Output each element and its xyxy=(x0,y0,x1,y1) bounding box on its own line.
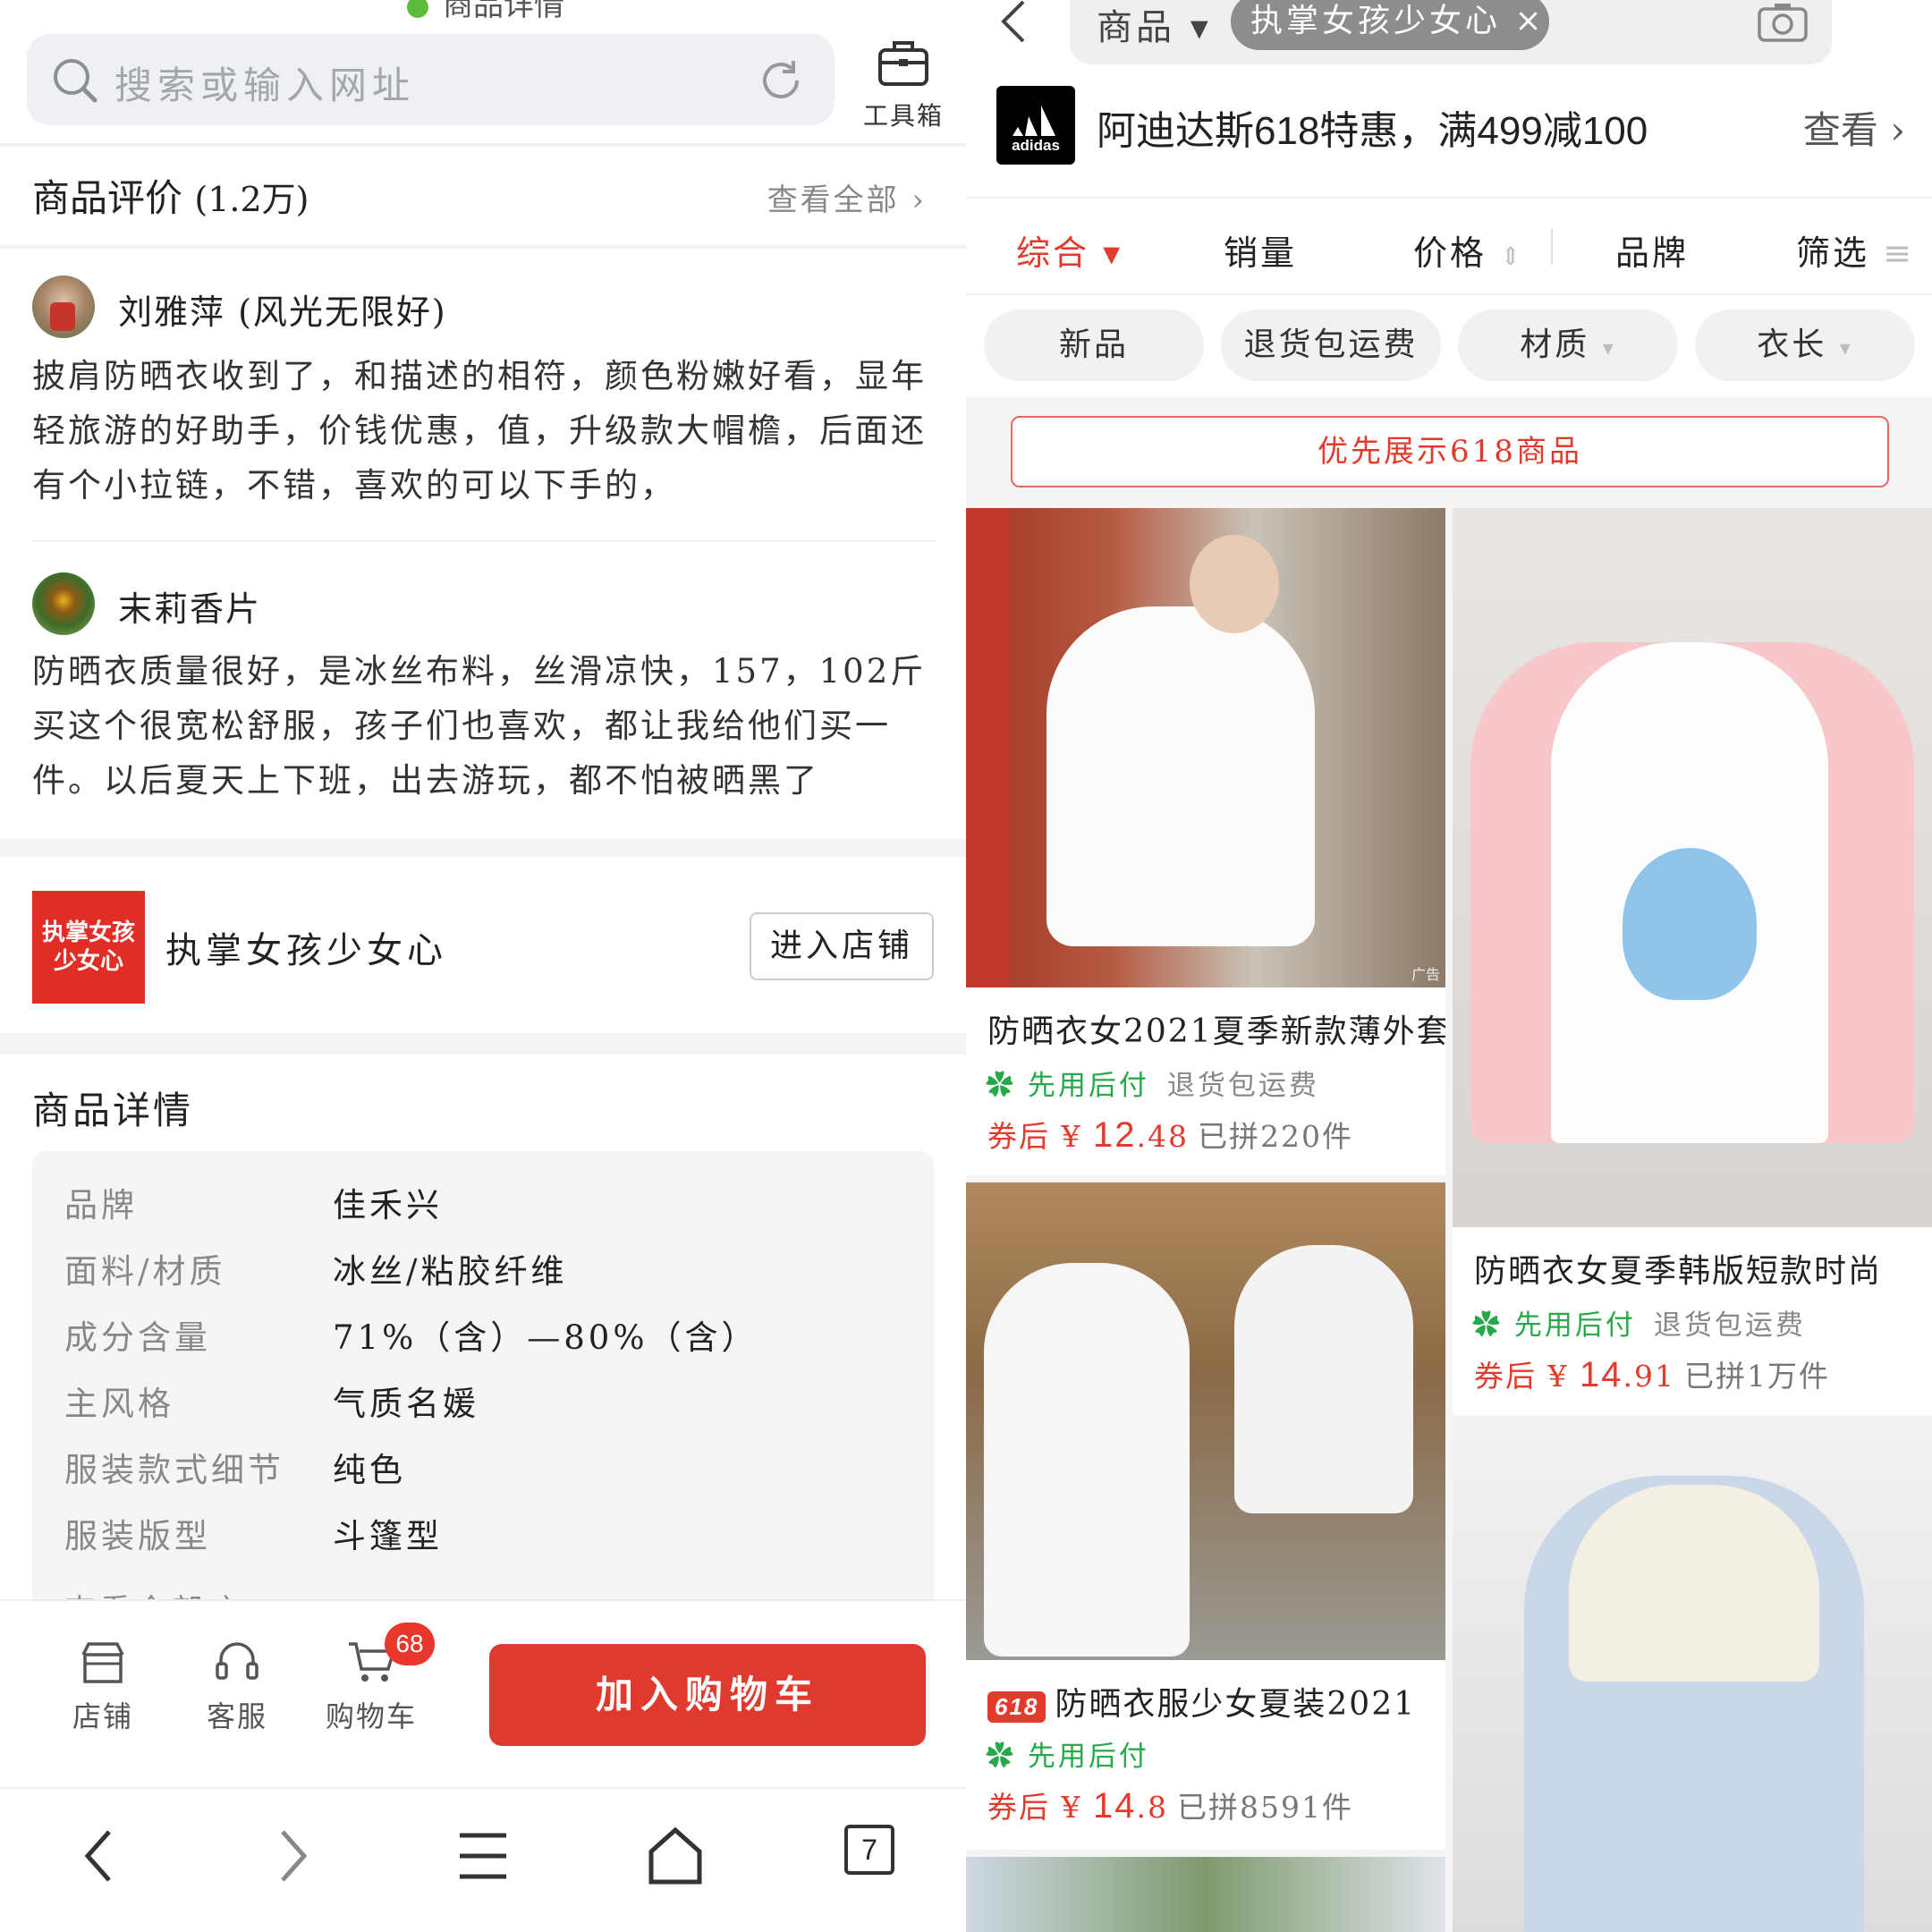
ad-view-link[interactable]: 查看 › xyxy=(1803,100,1905,155)
product-image: 广告 xyxy=(966,508,1445,987)
filter-chip-new[interactable]: 新品 xyxy=(984,309,1204,381)
reviews-see-all-link[interactable]: 查看全部 › xyxy=(767,175,927,219)
product-features: ✿ 先用后付 退货包运费 xyxy=(1472,1309,1806,1342)
customer-service-tab[interactable]: 客服 xyxy=(188,1637,286,1735)
filter-chip-length[interactable]: 衣长 ▾ xyxy=(1695,309,1915,381)
reviewer-name: 刘雅萍 (风光无限好) xyxy=(118,292,447,332)
page-top-title: 商品详情 xyxy=(407,0,564,24)
filter-chips: 新品 退货包运费 材质 ▾ 衣长 ▾ xyxy=(966,293,1932,397)
search-scope-dropdown[interactable]: 商品 ▾ xyxy=(1097,0,1212,50)
sort-comprehensive[interactable]: 综合 ▾ xyxy=(1016,225,1123,275)
close-icon[interactable]: × xyxy=(1514,3,1545,39)
search-placeholder: 搜索或输入网址 xyxy=(114,64,416,107)
section-gap xyxy=(0,839,966,857)
tag-618-badge: 618 xyxy=(987,1690,1046,1723)
product-image xyxy=(966,1857,1445,1932)
sort-brand[interactable]: 品牌 xyxy=(1615,225,1689,275)
enter-shop-button[interactable]: 进入店铺 xyxy=(750,912,934,980)
product-title: 防晒衣女2021夏季新款薄外套 xyxy=(987,1013,1445,1050)
toolbox-icon xyxy=(878,41,928,86)
product-image xyxy=(966,1182,1445,1660)
sort-filter[interactable]: 筛选 ≡ xyxy=(1796,225,1914,275)
product-card[interactable]: 广告 防晒衣女2021夏季新款薄外套 ✿ 先用后付 退货包运费 券后 ¥ 12.4… xyxy=(966,508,1445,1175)
avatar xyxy=(32,572,95,635)
headset-icon xyxy=(216,1642,258,1680)
product-price: 券后 ¥ 14.91 已拼1万件 xyxy=(1474,1355,1830,1394)
forward-icon[interactable] xyxy=(270,1825,315,1887)
add-to-cart-button[interactable]: 加入购物车 xyxy=(489,1644,926,1746)
bottom-action-bar: 店铺 客服 购物车 68 加入购物车 xyxy=(0,1599,966,1787)
divider xyxy=(1551,229,1553,265)
shop-tab[interactable]: 店铺 xyxy=(54,1637,152,1735)
section-gap xyxy=(0,1033,966,1055)
sort-bar: 综合 ▾ 销量 价格 ⇕ 品牌 筛选 ≡ xyxy=(966,197,1932,293)
camera-icon[interactable] xyxy=(1757,2,1809,43)
product-features: ✿ 先用后付 退货包运费 xyxy=(986,1070,1319,1102)
cart-count-badge: 68 xyxy=(385,1623,435,1665)
shop-logo[interactable]: 执掌女孩 少女心 xyxy=(32,891,145,1004)
browser-search-bar[interactable]: 搜索或输入网址 xyxy=(27,34,835,125)
ad-banner[interactable]: adidas 阿迪达斯618特惠，满499减100 查看 › xyxy=(966,72,1932,197)
reviews-title: 商品评价 (1.2万) xyxy=(32,176,309,220)
browser-nav-bar: 7 xyxy=(0,1787,966,1932)
results-search-bar[interactable]: 商品 ▾ 执掌女孩少女心 × xyxy=(1070,0,1832,64)
product-image xyxy=(1453,508,1932,1227)
product-price: 券后 ¥ 12.48 已拼220件 xyxy=(987,1115,1353,1155)
search-keyword-chip[interactable]: 执掌女孩少女心 × xyxy=(1231,0,1549,50)
details-table: 品牌 佳禾兴 面料/材质 冰丝/粘胶纤维 成分含量 71%（含）—80%（含） 主风格… xyxy=(32,1151,934,1616)
product-features: ✿ 先用后付 xyxy=(986,1741,1149,1773)
review-text: 防晒衣质量很好，是冰丝布料，丝滑凉快，157，102斤买这个很宽松舒服，孩子们也… xyxy=(32,652,927,800)
search-icon xyxy=(54,59,97,103)
menu-icon[interactable] xyxy=(458,1825,508,1887)
adidas-stripes-icon: adidas xyxy=(1012,106,1060,154)
product-image xyxy=(1453,1422,1932,1932)
reviewer-name: 末莉香片 xyxy=(118,589,262,629)
show-618-first-button[interactable]: 优先展示618商品 xyxy=(1011,416,1889,487)
secure-dot-icon xyxy=(407,0,428,18)
filter-chip-free-return[interactable]: 退货包运费 xyxy=(1221,309,1441,381)
ad-label: 广告 xyxy=(1411,966,1440,983)
tabs-count-button[interactable]: 7 xyxy=(844,1825,894,1875)
results-top-bar: 商品 ▾ 执掌女孩少女心 × xyxy=(966,0,1932,72)
divider xyxy=(32,540,936,542)
sort-sales[interactable]: 销量 xyxy=(1224,225,1297,275)
reload-icon[interactable] xyxy=(758,57,804,104)
product-card[interactable]: 防晒衣女夏季韩版短款时尚 ✿ 先用后付 退货包运费 券后 ¥ 14.91 已拼1万件 xyxy=(1453,508,1932,1415)
back-icon[interactable] xyxy=(77,1825,122,1887)
divider xyxy=(0,245,966,249)
adidas-logo: adidas xyxy=(996,86,1075,165)
details-title: 商品详情 xyxy=(32,1089,194,1132)
product-card[interactable] xyxy=(1453,1422,1932,1932)
product-card[interactable]: 618 防晒衣服少女夏装2021 ✿ 先用后付 券后 ¥ 14.8 已拼8591件 xyxy=(966,1182,1445,1850)
avatar xyxy=(32,275,95,338)
ad-text: 阿迪达斯618特惠，满499减100 xyxy=(1097,109,1648,153)
search-results-pane: 商品 ▾ 执掌女孩少女心 × adidas 阿迪达斯618特惠，满499减100… xyxy=(966,0,1932,1932)
divider xyxy=(0,143,966,147)
sort-price[interactable]: 价格 ⇕ xyxy=(1413,225,1524,275)
product-card[interactable] xyxy=(966,1857,1445,1932)
review-text: 披肩防晒衣收到了，和描述的相符，颜色粉嫩好看，显年轻旅游的好助手，价钱优惠，值，… xyxy=(32,357,927,504)
home-icon[interactable] xyxy=(648,1825,703,1887)
product-price: 券后 ¥ 14.8 已拼8591件 xyxy=(987,1786,1353,1826)
toolbox-button[interactable]: 工具箱 xyxy=(850,34,957,132)
back-icon[interactable] xyxy=(996,0,1032,50)
svg-text:adidas: adidas xyxy=(1012,137,1060,154)
product-title: 防晒衣女夏季韩版短款时尚 xyxy=(1474,1253,1883,1290)
filter-chip-material[interactable]: 材质 ▾ xyxy=(1458,309,1678,381)
product-detail-pane: 商品详情 搜索或输入网址 工具箱 商品评价 (1.2万) 查看全部 › 刘雅萍 … xyxy=(0,0,966,1932)
shop-name[interactable]: 执掌女孩少女心 xyxy=(165,921,447,973)
toolbox-label: 工具箱 xyxy=(862,101,944,131)
product-title: 618 防晒衣服少女夏装2021 xyxy=(987,1678,1416,1724)
shop-icon xyxy=(81,1642,124,1683)
